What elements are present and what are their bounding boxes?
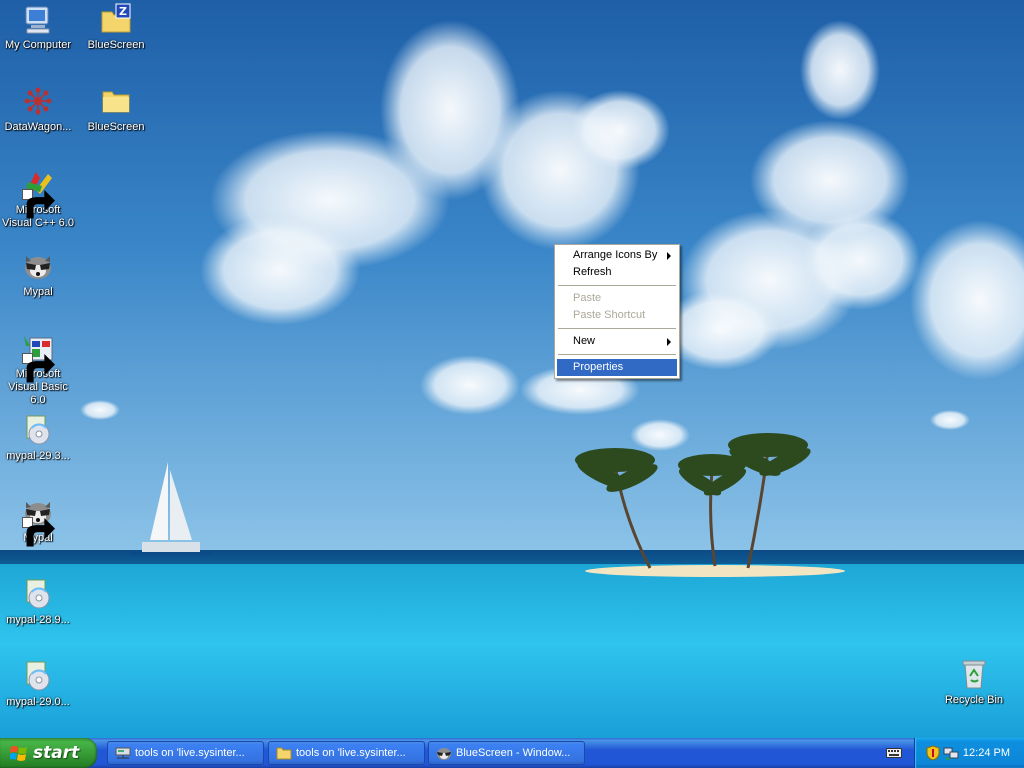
task-label: tools on 'live.sysinter... — [296, 747, 406, 759]
network-connection-icon[interactable] — [943, 745, 959, 761]
mypal-icon — [22, 250, 54, 282]
taskbar-button-tools-1[interactable]: tools on 'live.sysinter... — [107, 741, 264, 765]
desktop-icon-bluescreen-folder[interactable]: BlueScreen — [78, 85, 154, 134]
desktop-icon-mypal[interactable]: Mypal — [0, 250, 76, 299]
desktop-icon-mypal-shortcut[interactable]: Mypal — [0, 496, 76, 547]
taskbar-button-bluescreen[interactable]: BlueScreen - Window... — [428, 741, 585, 765]
menu-item-properties[interactable]: Properties — [557, 359, 677, 376]
installer-icon — [22, 578, 54, 610]
folder-icon — [276, 747, 292, 760]
installer-icon — [22, 660, 54, 692]
menu-item-arrange-icons-by[interactable]: Arrange Icons By — [557, 247, 677, 264]
start-button[interactable]: start — [0, 738, 97, 768]
mypal-icon — [22, 496, 55, 547]
menu-separator — [558, 328, 676, 329]
shortcut-arrow-icon — [22, 353, 55, 383]
menu-separator — [558, 285, 676, 286]
datawagon-icon — [22, 85, 54, 117]
desktop-icon-bluescreen-zip[interactable]: Z BlueScreen — [78, 3, 154, 52]
network-drive-icon — [115, 747, 131, 759]
visual-basic-icon — [22, 332, 55, 383]
desktop-icon-mypal-installer-3[interactable]: mypal-29.0... — [0, 660, 76, 709]
desktop-icon-my-computer[interactable]: My Computer — [0, 3, 76, 52]
visual-cpp-icon — [22, 168, 55, 219]
desktop-icon-label: DataWagon... — [4, 121, 72, 133]
desktop-icon-mypal-installer-2[interactable]: mypal-28.9... — [0, 578, 76, 627]
svg-text:Z: Z — [119, 5, 127, 18]
desktop-icon-visual-basic[interactable]: Microsoft Visual Basic 6.0 — [0, 332, 76, 407]
desktop-icon-label: mypal-28.9... — [6, 614, 70, 626]
menu-item-label: Paste Shortcut — [573, 309, 646, 321]
shortcut-arrow-icon — [22, 517, 55, 547]
desktop-icon-label: BlueScreen — [87, 39, 145, 51]
installer-icon — [22, 414, 54, 446]
desktop-icon-label: My Computer — [4, 39, 72, 51]
desktop-icon-label: Mypal — [23, 286, 53, 298]
recycle-bin-icon — [958, 658, 990, 690]
desktop-icon-visual-cpp[interactable]: Microsoft Visual C++ 6.0 — [0, 168, 76, 230]
desktop-icon-label: mypal-29.3... — [6, 450, 70, 462]
windows-logo-icon — [10, 746, 27, 761]
menu-item-paste: Paste — [557, 290, 677, 307]
desktop-icon-label: BlueScreen — [87, 121, 145, 133]
taskbar: start tools on 'live.sysinter... tools o… — [0, 738, 1024, 768]
desktop-context-menu: Arrange Icons By Refresh Paste Paste Sho… — [554, 244, 680, 379]
clock[interactable]: 12:24 PM — [963, 738, 1010, 768]
submenu-arrow-icon — [667, 252, 671, 260]
menu-item-label: Refresh — [573, 266, 612, 278]
menu-separator — [558, 354, 676, 355]
folder-icon — [100, 85, 132, 117]
shortcut-arrow-icon — [22, 189, 55, 219]
menu-item-refresh[interactable]: Refresh — [557, 264, 677, 281]
desktop-icon-datawagon[interactable]: DataWagon... — [0, 85, 76, 134]
task-label: BlueScreen - Window... — [456, 747, 571, 759]
security-shield-icon[interactable] — [925, 745, 941, 761]
start-label: start — [33, 743, 80, 763]
menu-item-label: Arrange Icons By — [573, 249, 658, 261]
menu-item-label: Paste — [573, 292, 602, 304]
keyboard-icon[interactable] — [886, 747, 902, 759]
task-label: tools on 'live.sysinter... — [135, 747, 245, 759]
submenu-arrow-icon — [667, 338, 671, 346]
desktop-icon-label: mypal-29.0... — [6, 696, 70, 708]
my-computer-icon — [22, 3, 54, 35]
mypal-icon — [437, 748, 451, 760]
desktop-icon-label: Recycle Bin — [944, 694, 1004, 706]
menu-item-paste-shortcut: Paste Shortcut — [557, 307, 677, 324]
taskbar-button-tools-2[interactable]: tools on 'live.sysinter... — [268, 741, 425, 765]
desktop-icon-mypal-installer-1[interactable]: mypal-29.3... — [0, 414, 76, 463]
system-tray: 12:24 PM — [914, 738, 1024, 768]
menu-item-label: New — [573, 335, 596, 347]
menu-item-new[interactable]: New — [557, 333, 677, 350]
menu-item-label: Properties — [573, 361, 624, 373]
zip-folder-icon: Z — [100, 3, 132, 35]
desktop-icon-recycle-bin[interactable]: Recycle Bin — [936, 658, 1012, 707]
